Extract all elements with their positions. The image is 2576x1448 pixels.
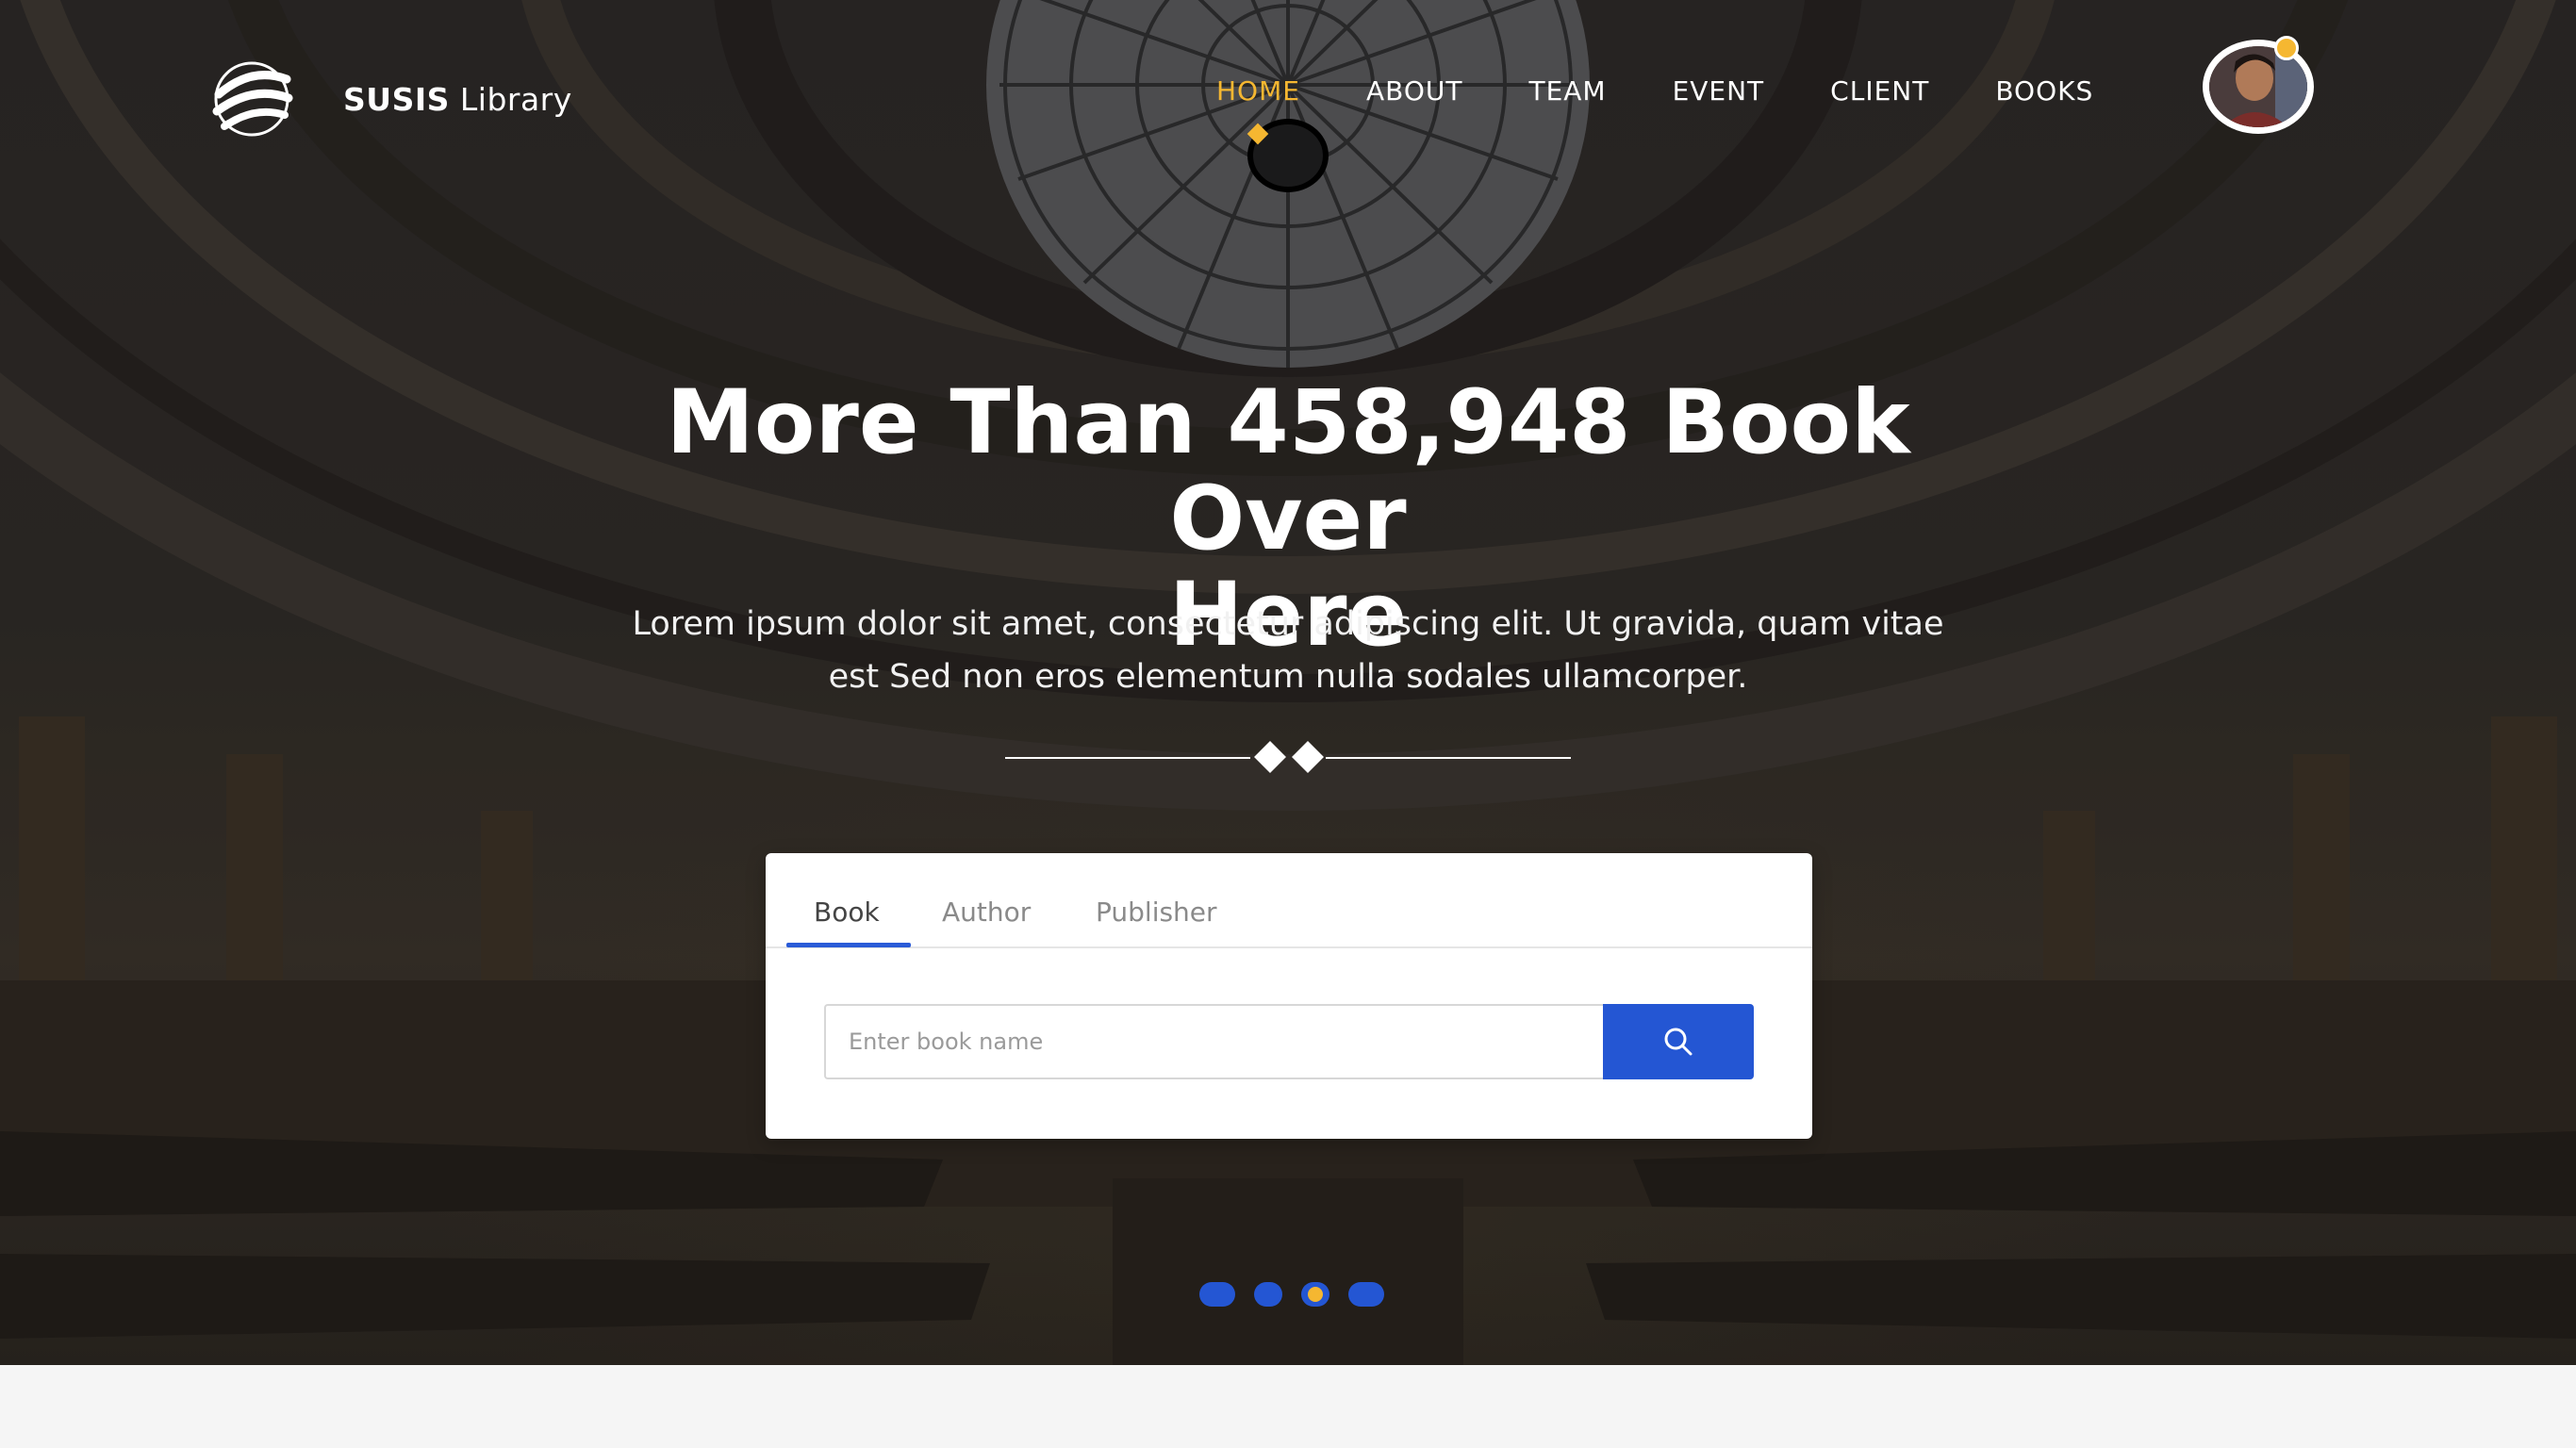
nav-item-label: BOOKS: [1995, 75, 2094, 107]
diamond-icon: [1254, 741, 1286, 773]
nav-item-label: ABOUT: [1365, 75, 1463, 107]
hero-subtext-line2: est Sed non eros elementum nulla sodales…: [828, 658, 1748, 696]
hero-subtext-line1: Lorem ipsum dolor sit amet, consectetur …: [632, 605, 1944, 643]
notification-dot: [2274, 36, 2299, 60]
carousel-dot-4[interactable]: [1348, 1282, 1384, 1307]
nav-item-label: HOME: [1216, 75, 1300, 107]
tab-author[interactable]: Author: [942, 897, 1031, 928]
nav-item-event[interactable]: EVENT: [1673, 75, 1765, 107]
decorative-divider: [1005, 741, 1571, 775]
search-card: Book Author Publisher: [766, 853, 1812, 1139]
globe-swoosh-icon: [212, 61, 293, 137]
search-icon: [1664, 1028, 1693, 1056]
brand-name-bold: SUSIS: [343, 80, 450, 118]
carousel-dot-3[interactable]: [1301, 1282, 1329, 1307]
divider-line-right: [1326, 757, 1571, 759]
carousel-pagination: [1199, 1282, 1403, 1307]
nav-item-books[interactable]: BOOKS: [1995, 75, 2093, 107]
carousel-dot-1[interactable]: [1199, 1282, 1235, 1307]
book-search-input[interactable]: [824, 1004, 1605, 1079]
nav-item-home[interactable]: HOME: [1216, 75, 1300, 145]
nav-item-team[interactable]: TEAM: [1528, 75, 1606, 107]
hero-headline-line1: More Than 458,948 Book Over: [666, 371, 1910, 570]
diamond-icon: [1292, 741, 1324, 773]
nav-item-label: TEAM: [1528, 75, 1607, 107]
main-nav: HOME ABOUT TEAM EVENT CLIENT BOOKS: [1216, 75, 2159, 145]
brand-name-thin: Library: [459, 80, 572, 118]
next-section: [0, 1365, 2576, 1448]
nav-item-label: EVENT: [1672, 75, 1765, 107]
hero-subtext: Lorem ipsum dolor sit amet, consectetur …: [581, 598, 1995, 703]
active-tab-underline: [786, 943, 911, 947]
nav-item-label: CLIENT: [1830, 75, 1930, 107]
brand-name: SUSIS Library: [343, 81, 572, 118]
nav-item-about[interactable]: ABOUT: [1366, 75, 1463, 107]
brand-logo[interactable]: SUSIS Library: [209, 57, 572, 141]
nav-item-client[interactable]: CLIENT: [1830, 75, 1929, 107]
search-tabs: Book Author Publisher: [766, 853, 1812, 948]
search-button[interactable]: [1603, 1004, 1754, 1079]
tab-publisher[interactable]: Publisher: [1096, 897, 1217, 928]
tab-book[interactable]: Book: [814, 897, 880, 928]
carousel-dot-2[interactable]: [1254, 1282, 1282, 1307]
divider-line-left: [1005, 757, 1250, 759]
